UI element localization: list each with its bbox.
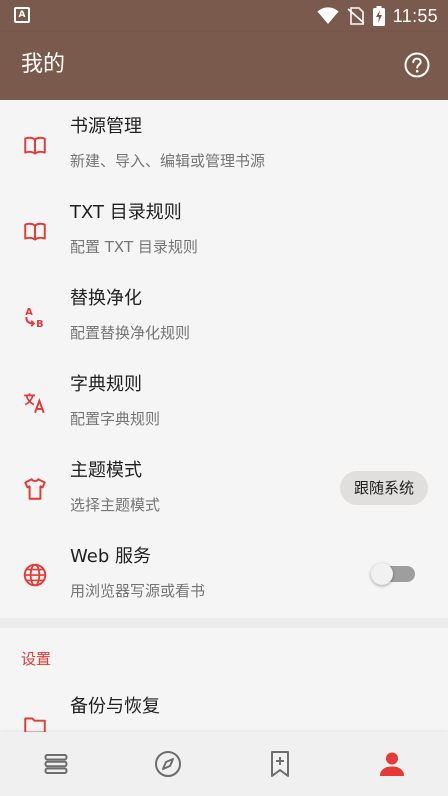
section-divider [0, 618, 448, 628]
menu-item-subtitle: 新建、导入、编辑或管理书源 [70, 152, 266, 170]
menu-item-txt-toc-rule[interactable]: TXT 目录规则 配置 TXT 目录规则 [0, 186, 448, 272]
menu-item-dict-rule[interactable]: 字典规则 配置字典规则 [0, 358, 448, 444]
nav-rss[interactable] [224, 732, 336, 796]
menu-item-title: 备份与恢复 [70, 696, 160, 717]
compass-icon [155, 751, 181, 777]
folder-icon [24, 717, 46, 732]
menu-item-subtitle: 配置字典规则 [70, 410, 161, 428]
menu-item-title: 替换净化 [70, 288, 142, 309]
menu-item-title: 字典规则 [70, 374, 142, 395]
status-icons: 11:55 [317, 4, 438, 28]
person-icon [380, 752, 404, 776]
translate-icon [24, 393, 45, 414]
no-sim-icon [347, 7, 365, 25]
battery-charging-icon [372, 6, 385, 26]
nav-my[interactable] [336, 732, 448, 796]
bookshelf-icon [44, 754, 68, 774]
menu-item-backup-restore[interactable]: 备份与恢复 [0, 680, 448, 732]
menu-item-book-source[interactable]: 书源管理 新建、导入、编辑或管理书源 [0, 100, 448, 186]
status-time: 11:55 [392, 5, 438, 26]
app-bar: 我的 [0, 32, 448, 100]
status-bar: A 11:55 [0, 0, 448, 32]
book-open-icon [24, 222, 46, 241]
menu-item-replace-rule[interactable]: A B 替换净化 配置替换净化规则 [0, 272, 448, 358]
nav-bookshelf[interactable] [0, 732, 112, 796]
web-service-toggle[interactable] [371, 560, 415, 586]
bottom-navigation [0, 732, 448, 796]
menu-item-title: 主题模式 [70, 460, 142, 481]
theme-mode-value-chip[interactable]: 跟随系统 [339, 471, 428, 505]
my-page-content: 书源管理 新建、导入、编辑或管理书源 TXT 目录规则 配置 TXT 目录规则 … [0, 100, 448, 732]
wifi-icon [317, 7, 339, 24]
settings-section-title: 设置 [21, 650, 52, 668]
menu-item-subtitle: 用浏览器写源或看书 [70, 582, 206, 600]
page-title: 我的 [21, 52, 66, 77]
menu-item-title: TXT 目录规则 [70, 202, 182, 223]
menu-item-title: Web 服务 [70, 546, 151, 567]
toggle-thumb [371, 563, 393, 585]
globe-icon [23, 563, 47, 587]
svg-text:B: B [36, 319, 43, 330]
notification-a-icon: A [14, 7, 30, 23]
menu-item-title: 书源管理 [70, 116, 142, 137]
menu-item-subtitle: 配置 TXT 目录规则 [70, 238, 198, 256]
shirt-icon [24, 478, 46, 500]
menu-item-subtitle: 选择主题模式 [70, 496, 161, 514]
book-open-icon [24, 136, 46, 155]
svg-text:A: A [25, 307, 33, 318]
bookmark-add-icon [271, 751, 289, 777]
nav-explore[interactable] [112, 732, 224, 796]
help-icon[interactable] [404, 52, 430, 78]
menu-item-subtitle: 配置替换净化规则 [70, 324, 191, 342]
find-replace-icon: A B [25, 307, 43, 330]
